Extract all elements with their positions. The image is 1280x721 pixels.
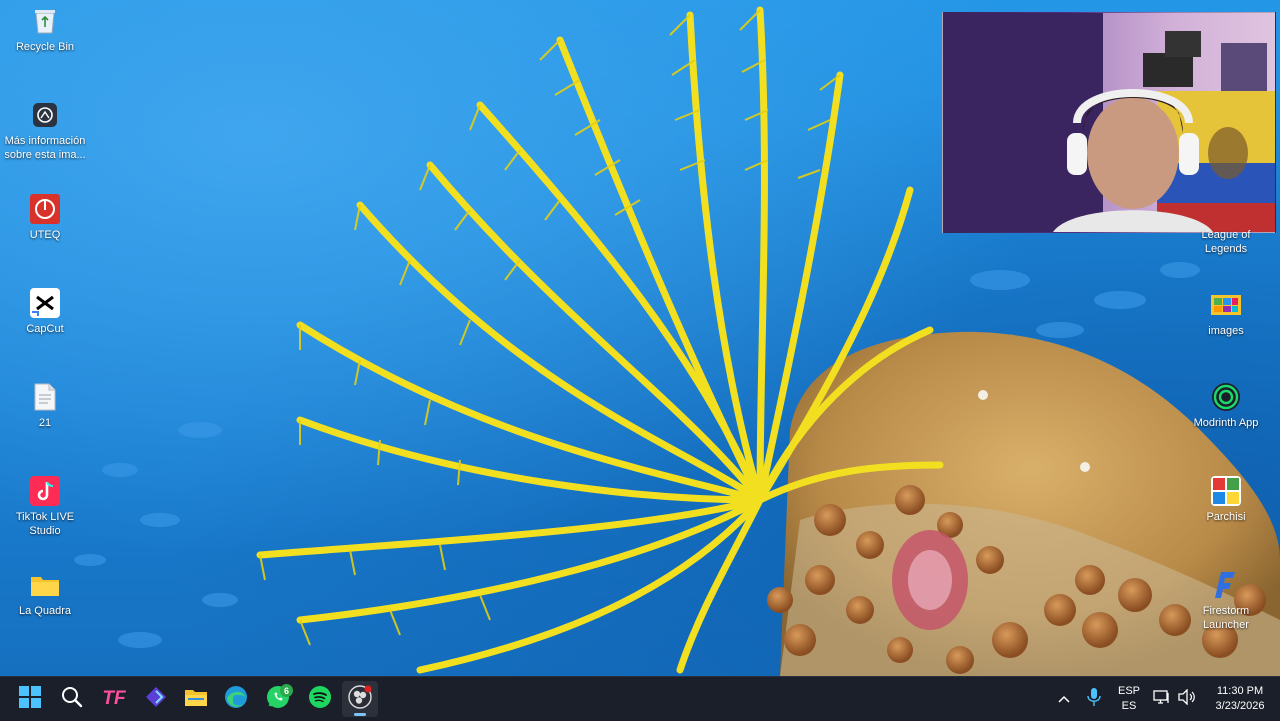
clock-time: 11:30 PM: [1216, 685, 1264, 697]
desktop-icon-label: TikTok LIVE Studio: [15, 511, 75, 537]
capcut-icon: [30, 288, 60, 318]
desktop-icon-label: Firestorm Launcher: [1202, 605, 1250, 631]
uteq-icon: [30, 194, 60, 224]
desktop-icon-label: UTEQ: [29, 229, 61, 241]
diamond-app-icon: [145, 686, 167, 713]
desktop-icon-label: Recycle Bin: [15, 41, 75, 53]
taskbar-app-tf[interactable]: TF: [96, 681, 132, 717]
taskbar-app-edge[interactable]: [218, 681, 254, 717]
taskbar: TF 6 ESP ES 11:30 PM 3/23/2026: [0, 676, 1280, 721]
images-icon: [1211, 290, 1241, 320]
start-button[interactable]: [12, 681, 48, 717]
desktop-icon-league-of-legends[interactable]: League of Legends: [1184, 228, 1268, 256]
obs-icon: [348, 684, 372, 714]
microphone-button[interactable]: [1076, 681, 1112, 717]
tiktok-live-icon: [30, 476, 60, 506]
desktop-icon-label: 21: [38, 417, 52, 429]
desktop-icon-recycle-bin[interactable]: Recycle Bin: [3, 6, 87, 54]
taskbar-app-diamond[interactable]: [138, 681, 174, 717]
modrinth-icon: [1211, 382, 1241, 412]
clock[interactable]: 11:30 PM 3/23/2026: [1204, 684, 1276, 714]
volume-button[interactable]: [1172, 681, 1202, 717]
microphone-icon: [1087, 687, 1101, 712]
desktop-icon-firestorm[interactable]: Firestorm Launcher: [1184, 570, 1268, 632]
language-top: ESP: [1117, 685, 1140, 697]
desktop-icon-label: Más información sobre esta ima...: [4, 135, 86, 161]
document-icon: [30, 382, 60, 412]
folder-icon: [30, 570, 60, 600]
webcam-feed: [943, 13, 1275, 232]
chevron-up-icon: [1058, 690, 1070, 708]
whatsapp-unread-badge: 6: [280, 684, 293, 697]
taskbar-app-file-explorer[interactable]: [178, 681, 214, 717]
desktop-icon-label: Modrinth App: [1193, 417, 1259, 429]
desktop-icon-uteq[interactable]: UTEQ: [3, 194, 87, 242]
desktop-icon-label: League of Legends: [1201, 229, 1251, 255]
desktop-icon-modrinth[interactable]: Modrinth App: [1184, 382, 1268, 430]
desktop-icon-label: Parchisi: [1206, 511, 1246, 523]
taskbar-app-spotify[interactable]: [302, 681, 338, 717]
recycle-bin-icon: [30, 6, 60, 36]
info-camera-icon: [30, 100, 60, 130]
desktop-icon-parchisi[interactable]: Parchisi: [1184, 476, 1268, 524]
language-bottom: ES: [1121, 700, 1137, 712]
firestorm-icon: [1211, 570, 1241, 600]
spotify-icon: [308, 685, 332, 714]
taskbar-app-whatsapp[interactable]: 6: [260, 681, 296, 717]
desktop-icon-label: La Quadra: [19, 605, 71, 617]
desktop-icon-21[interactable]: 21: [3, 382, 87, 430]
search-button[interactable]: [54, 681, 90, 717]
desktop-icon-label: images: [1208, 325, 1244, 337]
input-language-indicator[interactable]: ESP ES: [1112, 684, 1146, 714]
search-icon: [61, 686, 83, 713]
desktop-icon-more-info[interactable]: Más información sobre esta ima...: [3, 100, 87, 162]
desktop-icon-capcut[interactable]: CapCut: [3, 288, 87, 336]
clock-date: 3/23/2026: [1215, 700, 1265, 712]
desktop-icon-images[interactable]: images: [1184, 290, 1268, 338]
parchisi-icon: [1211, 476, 1241, 506]
taskbar-app-obs[interactable]: [342, 681, 378, 717]
network-icon: [1153, 689, 1171, 710]
desktop-icon-tiktok-live[interactable]: TikTok LIVE Studio: [3, 476, 87, 538]
volume-icon: [1178, 687, 1196, 710]
file-explorer-icon: [184, 687, 208, 712]
tf-app-icon: TF: [102, 688, 126, 709]
webcam-overlay: [942, 12, 1276, 233]
windows-start-icon: [19, 685, 41, 713]
desktop-icon-la-quadra[interactable]: La Quadra: [3, 570, 87, 618]
edge-browser-icon: [224, 685, 248, 714]
desktop-icon-label: CapCut: [26, 323, 64, 335]
